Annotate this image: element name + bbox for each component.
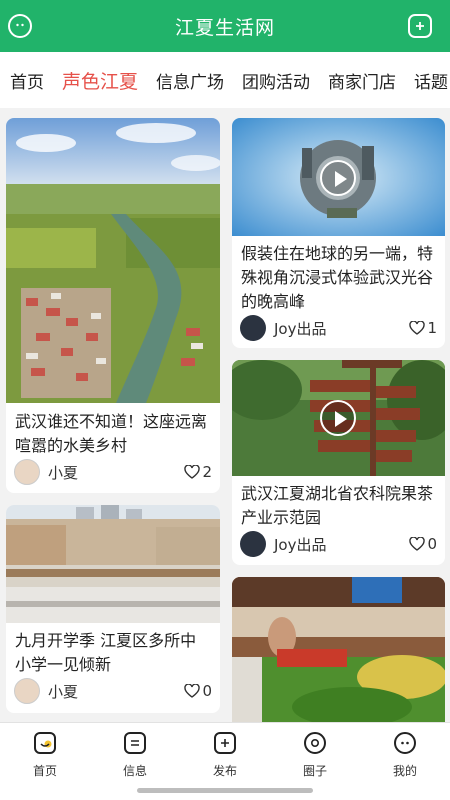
- list-item[interactable]: [232, 577, 445, 722]
- card-caption: 武汉江夏湖北省农科院果茶产业示范园: [241, 484, 434, 527]
- list-item[interactable]: 武汉江夏湖北省农科院果茶产业示范园 Joy出品 0: [232, 360, 445, 565]
- heart-icon: [184, 465, 201, 479]
- tab-topics[interactable]: 话题: [414, 68, 448, 93]
- like-button[interactable]: 2: [184, 463, 212, 481]
- tab-info-plaza[interactable]: 信息广场: [156, 68, 224, 93]
- message-icon: [124, 732, 146, 754]
- profile-icon: [394, 732, 416, 754]
- tab-merchant-stores[interactable]: 商家门店: [328, 68, 396, 93]
- circle-icon: [304, 732, 326, 754]
- card-caption: 九月开学季 江夏区多所中小学一见倾新: [15, 631, 197, 674]
- card-meta: Joy出品 1: [240, 314, 437, 342]
- home-icon: [34, 732, 56, 754]
- tab-group-buy[interactable]: 团购活动: [242, 68, 310, 93]
- face-icon[interactable]: [8, 14, 32, 38]
- add-icon[interactable]: [408, 14, 432, 38]
- like-button[interactable]: 0: [184, 682, 212, 700]
- like-count: 0: [202, 682, 212, 700]
- card-image[interactable]: [6, 118, 220, 403]
- avatar[interactable]: [14, 678, 40, 704]
- author-name[interactable]: Joy出品: [274, 318, 409, 339]
- like-count: 0: [427, 535, 437, 553]
- avatar[interactable]: [14, 459, 40, 485]
- card-meta: 小夏 2: [14, 458, 212, 486]
- list-item[interactable]: 九月开学季 江夏区多所中小学一见倾新 小夏 0: [6, 505, 220, 713]
- card-image[interactable]: [232, 577, 445, 722]
- page-title: 江夏生活网: [174, 16, 275, 39]
- author-name[interactable]: 小夏: [48, 681, 184, 702]
- category-tabs: 首页 声色江夏 信息广场 团购活动 商家门店 话题: [0, 52, 450, 108]
- avatar[interactable]: [240, 315, 266, 341]
- nav-label: 首页: [32, 764, 57, 778]
- card-caption: 假装住在地球的另一端，特殊视角沉浸式体验武汉光谷的晚高峰: [241, 244, 434, 311]
- card-image[interactable]: [6, 505, 220, 623]
- nav-label: 圈子: [302, 764, 327, 778]
- heart-icon: [409, 321, 426, 335]
- home-indicator: [137, 788, 313, 793]
- app-header: 江夏生活网: [0, 0, 450, 52]
- author-name[interactable]: 小夏: [48, 462, 184, 483]
- like-button[interactable]: 0: [409, 535, 437, 553]
- nav-profile[interactable]: 我的: [360, 723, 450, 800]
- author-name[interactable]: Joy出品: [274, 534, 409, 555]
- nav-label: 发布: [212, 764, 237, 778]
- like-count: 1: [427, 319, 437, 337]
- nav-home[interactable]: 首页: [0, 723, 90, 800]
- nav-label: 我的: [392, 764, 417, 778]
- heart-icon: [409, 537, 426, 551]
- play-icon[interactable]: [320, 400, 356, 436]
- like-count: 2: [202, 463, 212, 481]
- avatar[interactable]: [240, 531, 266, 557]
- tab-home[interactable]: 首页: [10, 68, 44, 93]
- content-feed[interactable]: 武汉谁还不知道！这座远离喧嚣的水美乡村 小夏 2 假装住在地球的另一端，特殊视角: [0, 108, 450, 722]
- card-meta: Joy出品 0: [240, 530, 437, 558]
- list-item[interactable]: 假装住在地球的另一端，特殊视角沉浸式体验武汉光谷的晚高峰 Joy出品 1: [232, 118, 445, 348]
- heart-icon: [184, 684, 201, 698]
- tab-voice-jiangxia[interactable]: 声色江夏: [62, 67, 138, 94]
- play-icon[interactable]: [320, 160, 356, 196]
- list-item[interactable]: 武汉谁还不知道！这座远离喧嚣的水美乡村 小夏 2: [6, 118, 220, 493]
- like-button[interactable]: 1: [409, 319, 437, 337]
- post-icon: [214, 732, 236, 754]
- card-meta: 小夏 0: [14, 677, 212, 705]
- nav-label: 信息: [122, 764, 147, 778]
- card-caption: 武汉谁还不知道！这座远离喧嚣的水美乡村: [15, 412, 208, 455]
